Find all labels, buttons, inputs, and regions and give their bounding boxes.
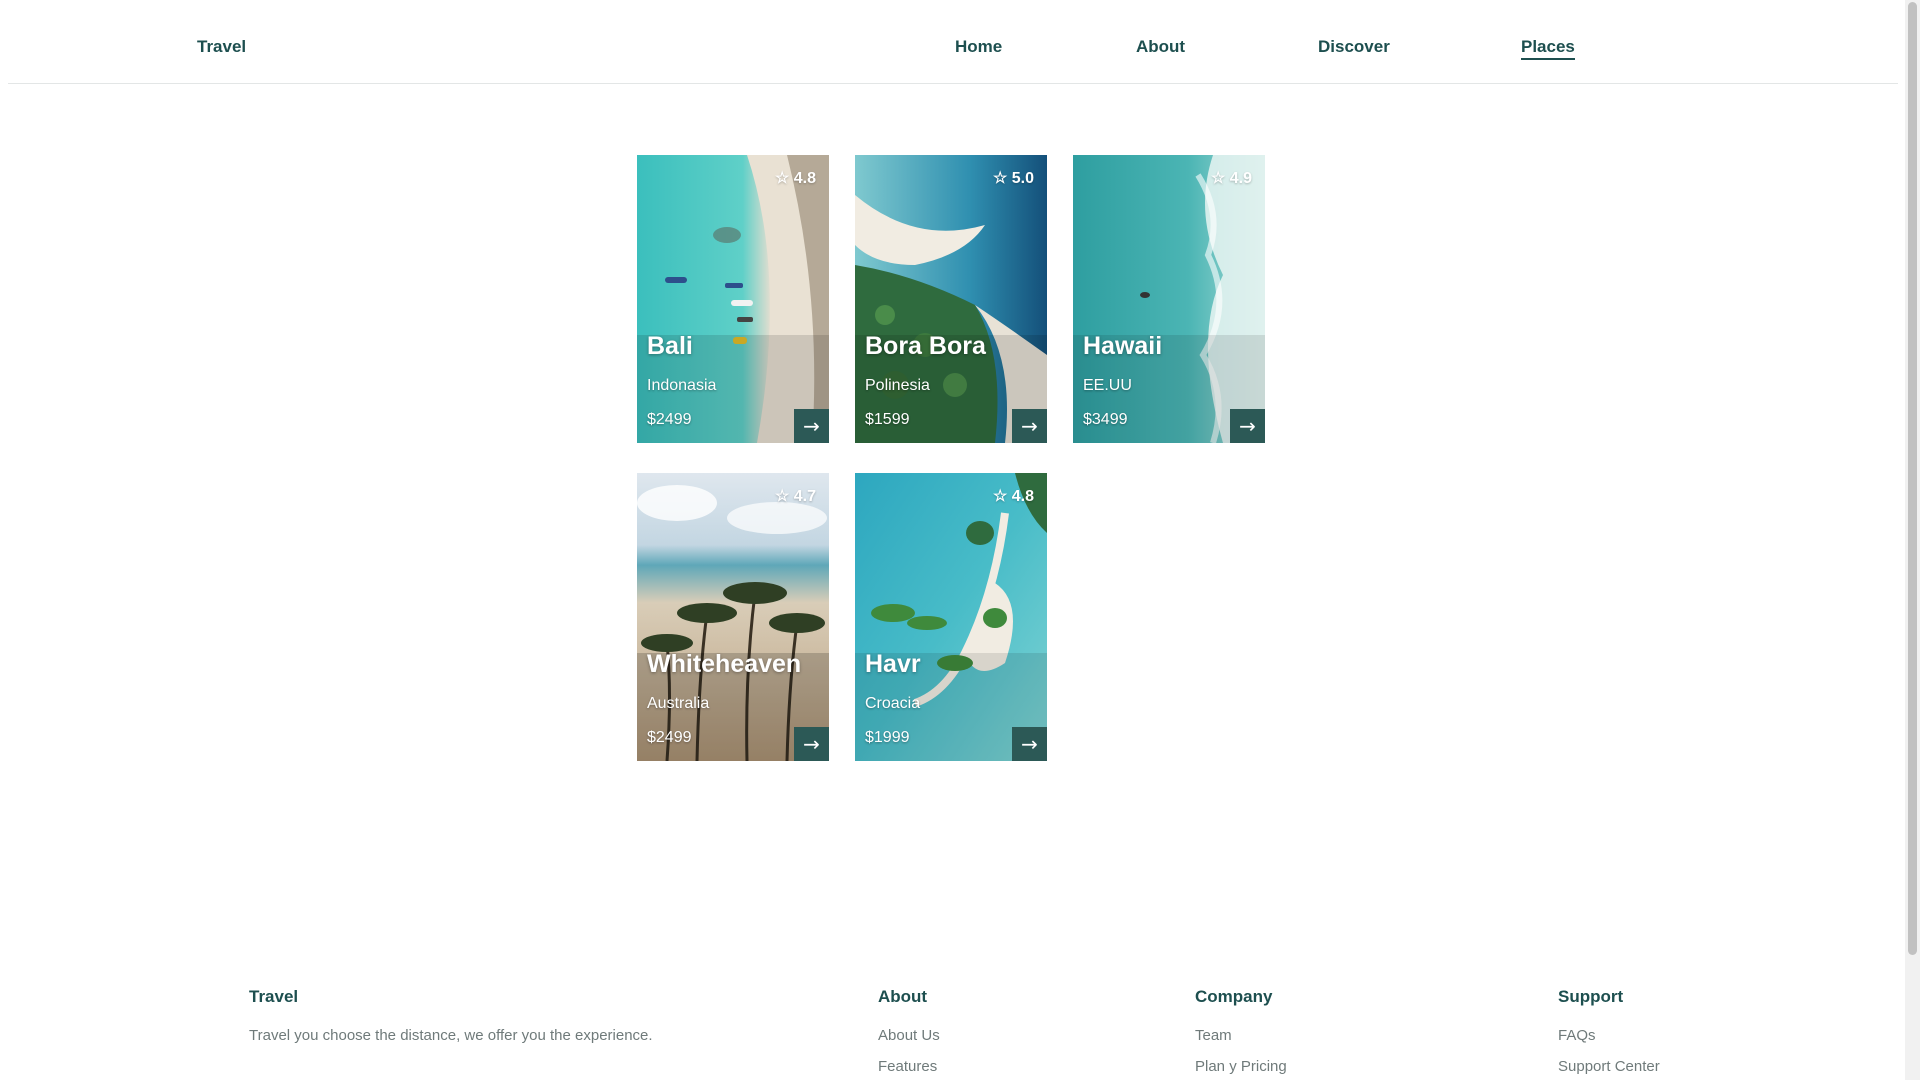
place-price: $2499: [647, 729, 692, 746]
nav-home[interactable]: Home: [955, 37, 1002, 57]
place-card-hawaii[interactable]: ☆ 4.9 Hawaii EE.UU $3499 →: [1073, 155, 1265, 443]
place-image: [855, 155, 1047, 443]
page-scrollbar[interactable]: [1905, 0, 1920, 1080]
place-price: $1999: [865, 729, 910, 746]
place-price: $2499: [647, 411, 692, 428]
footer-support-title: Support: [1558, 987, 1624, 1006]
place-card-whiteheaven[interactable]: ☆ 4.7 Whiteheaven Australia $2499 →: [637, 473, 829, 761]
arrow-right-icon[interactable]: →: [1012, 409, 1047, 443]
place-card-bora-bora[interactable]: ☆ 5.0 Bora Bora Polinesia $1599 →: [855, 155, 1047, 443]
place-card-havr[interactable]: ☆ 4.8 Havr Croacia $1999 →: [855, 473, 1047, 761]
arrow-right-icon[interactable]: →: [794, 727, 829, 761]
footer-link-features[interactable]: Features: [878, 1058, 937, 1075]
footer-link-faqs[interactable]: FAQs: [1558, 1027, 1596, 1044]
footer-link-team[interactable]: Team: [1195, 1027, 1232, 1044]
arrow-right-icon[interactable]: →: [794, 409, 829, 443]
place-title: Hawaii: [1083, 332, 1163, 360]
place-country: Croacia: [865, 695, 921, 712]
place-country: Australia: [647, 695, 710, 712]
footer-brand-title: Travel: [249, 987, 299, 1006]
place-card-bali[interactable]: ☆ 4.8 Bali Indonasia $2499 →: [637, 155, 829, 443]
rating-badge: ☆ 4.8: [992, 488, 1034, 505]
rating-badge: ☆ 4.8: [774, 170, 816, 187]
place-country: Polinesia: [865, 377, 930, 394]
footer-company-title: Company: [1195, 987, 1273, 1006]
nav-about[interactable]: About: [1136, 37, 1185, 57]
arrow-right-icon[interactable]: →: [1012, 727, 1047, 761]
place-title: Bali: [647, 332, 693, 360]
place-image: [1073, 155, 1265, 443]
place-title: Whiteheaven: [647, 650, 802, 678]
place-image: [637, 155, 829, 443]
place-country: Indonasia: [647, 377, 717, 394]
rating-badge: ☆ 5.0: [992, 170, 1034, 187]
place-title: Bora Bora: [865, 332, 986, 360]
rating-badge: ☆ 4.7: [774, 488, 816, 505]
footer-link-support-center[interactable]: Support Center: [1558, 1058, 1660, 1075]
arrow-right-icon[interactable]: →: [1230, 409, 1265, 443]
logo[interactable]: Travel: [197, 37, 246, 57]
place-price: $1599: [865, 411, 910, 428]
site-header: Travel Home About Discover Places: [8, 0, 1898, 84]
nav-places[interactable]: Places: [1521, 37, 1575, 60]
nav-discover[interactable]: Discover: [1318, 37, 1390, 57]
place-country: EE.UU: [1083, 377, 1132, 394]
footer-about-title: About: [878, 987, 928, 1006]
footer-link-about-us[interactable]: About Us: [878, 1027, 940, 1044]
place-image: [637, 473, 829, 761]
scrollbar-thumb[interactable]: [1908, 2, 1917, 955]
footer-brand-description: Travel you choose the distance, we offer…: [249, 1027, 653, 1044]
rating-badge: ☆ 4.9: [1210, 170, 1252, 187]
place-title: Havr: [865, 650, 921, 678]
footer-link-pricing[interactable]: Plan y Pricing: [1195, 1058, 1287, 1075]
place-image: [855, 473, 1047, 761]
place-price: $3499: [1083, 411, 1128, 428]
